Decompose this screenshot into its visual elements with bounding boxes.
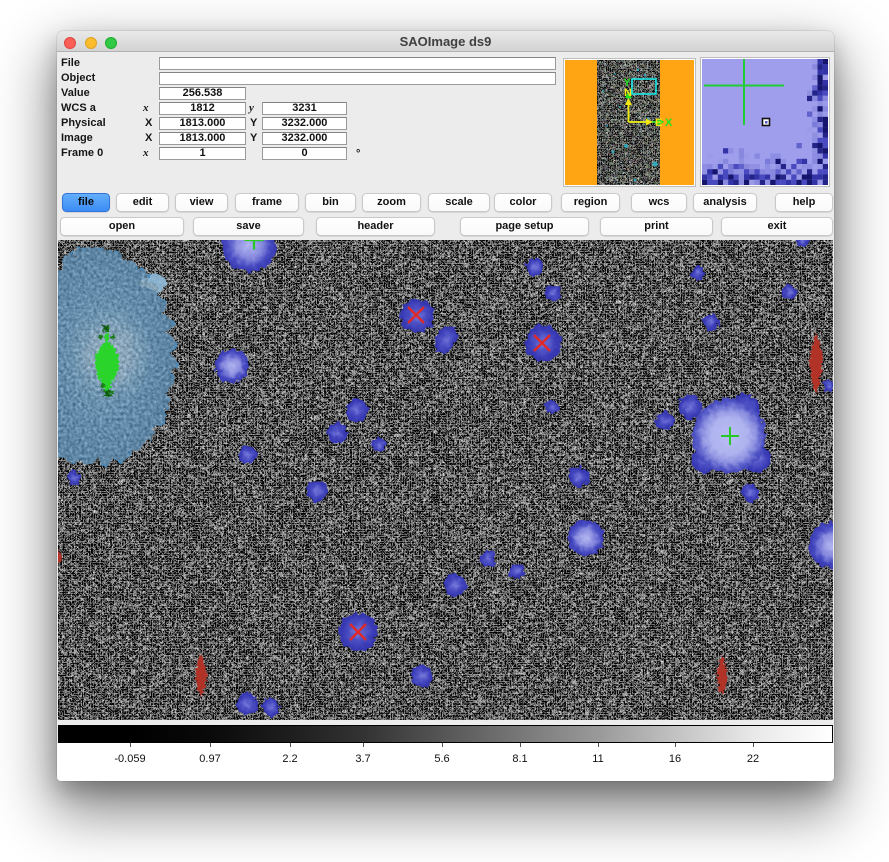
svg-text:X: X [665, 117, 673, 129]
svg-text:N: N [624, 87, 632, 99]
svg-text:E: E [655, 117, 662, 129]
